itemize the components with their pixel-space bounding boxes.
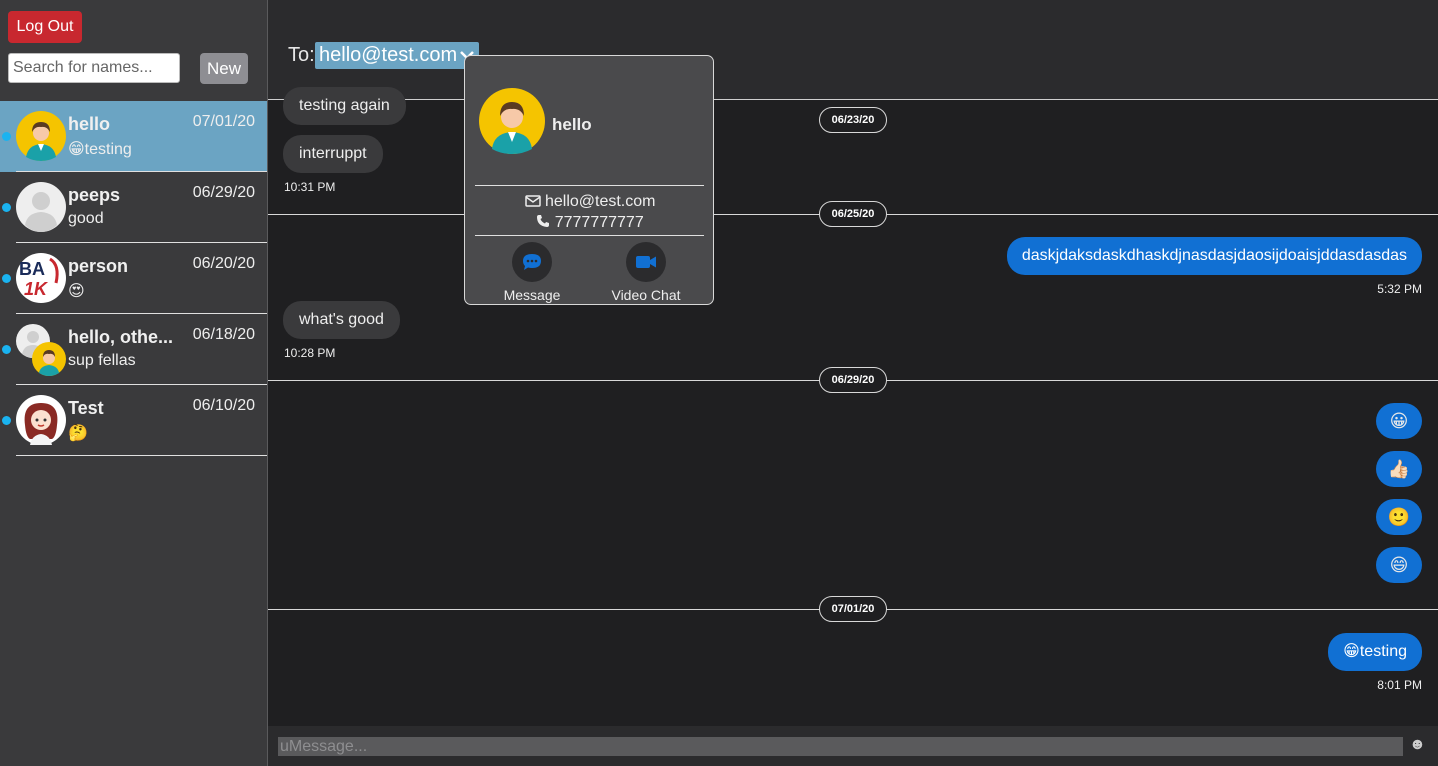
unread-dot — [2, 132, 11, 141]
unread-dot — [2, 274, 11, 283]
message-timestamp: 5:32 PM — [1377, 282, 1422, 296]
video-camera-icon[interactable] — [626, 242, 666, 282]
message-action-label: Message — [503, 287, 561, 303]
conversation-date: 06/18/20 — [192, 326, 255, 343]
conversation-item[interactable]: hello 07/01/20 😁testing — [0, 101, 267, 172]
outgoing-message: 😁testing — [1328, 633, 1422, 671]
conversation-name: hello — [68, 114, 111, 134]
conversation-item[interactable]: hello, othe... 06/18/20 sup fellas — [0, 314, 267, 385]
contact-card-popover: hello hello@test.com 7777777777 Message — [464, 55, 714, 305]
contact-phone-text: 7777777777 — [554, 214, 644, 231]
conversation-preview: good — [68, 210, 104, 227]
video-chat-action-button[interactable]: Video Chat — [601, 242, 691, 303]
messaging-app: Log Out New hello 07/01/20 😁test — [0, 0, 1438, 766]
contact-email: hello@test.com — [465, 193, 715, 212]
message-action-button[interactable]: Message — [487, 242, 577, 303]
conversation-date: 07/01/20 — [192, 113, 255, 130]
message-input[interactable] — [278, 737, 1403, 756]
chat-bubble-icon[interactable] — [512, 242, 552, 282]
conversation-date: 06/29/20 — [192, 184, 255, 201]
contact-name: hello — [552, 115, 592, 134]
outgoing-emoji-message: 😀 — [1376, 403, 1422, 439]
contact-phone: 7777777777 — [465, 214, 715, 233]
composer: ☻ — [268, 726, 1438, 766]
conversation-name: peeps — [68, 185, 121, 205]
conversation-list: hello 07/01/20 😁testing peeps 06/29/20 g… — [0, 101, 267, 456]
emoji-picker-icon[interactable]: ☻ — [1409, 736, 1427, 754]
recipient-bar: To: hello@test.com — [268, 0, 1438, 100]
avatar — [16, 395, 66, 445]
avatar — [16, 111, 66, 161]
avatar — [16, 182, 66, 232]
to-label: To: — [288, 44, 315, 66]
incoming-message: testing again — [283, 87, 406, 125]
date-separator: 06/25/20 — [819, 201, 887, 227]
incoming-message: what's good — [283, 301, 400, 339]
chat-panel: To: hello@test.com testing again 06/23/2… — [268, 0, 1438, 766]
outgoing-emoji-message: 🙂 — [1376, 499, 1422, 535]
date-separator: 06/29/20 — [819, 367, 887, 393]
divider — [475, 185, 704, 186]
conversation-preview: 🤔 — [68, 425, 88, 442]
conversation-preview: 😍 — [68, 283, 85, 300]
message-timestamp: 10:31 PM — [284, 180, 336, 194]
avatar: BA 1K — [16, 253, 66, 303]
unread-dot — [2, 416, 11, 425]
outgoing-message: daskjdaksdaskdhaskdjnasdasjdaosijdoaisjd… — [1006, 237, 1422, 275]
conversation-date: 06/20/20 — [192, 255, 255, 272]
recipient-chip[interactable]: hello@test.com — [315, 42, 480, 69]
unread-dot — [2, 345, 11, 354]
divider — [16, 455, 267, 456]
new-conversation-button[interactable]: New — [200, 53, 248, 84]
message-timestamp: 10:28 PM — [284, 346, 336, 360]
logout-button[interactable]: Log Out — [8, 11, 82, 43]
date-separator: 06/23/20 — [819, 107, 887, 133]
envelope-icon — [524, 194, 541, 212]
outgoing-emoji-message: 😄 — [1376, 547, 1422, 583]
svg-text:1K: 1K — [24, 279, 49, 299]
incoming-message: interruppt — [283, 135, 383, 173]
conversation-preview: sup fellas — [68, 352, 136, 369]
divider — [475, 235, 704, 236]
conversation-item[interactable]: BA 1K person 06/20/20 😍 — [0, 243, 267, 314]
date-separator: 07/01/20 — [819, 596, 887, 622]
unread-dot — [2, 203, 11, 212]
outgoing-emoji-message: 👍🏻 — [1376, 451, 1422, 487]
contact-email-text: hello@test.com — [544, 193, 656, 210]
message-thread[interactable]: testing again 06/23/20 interruppt 10:31 … — [268, 87, 1438, 726]
group-avatar — [16, 324, 66, 376]
conversation-name: Test — [68, 398, 104, 418]
conversation-name: person — [68, 256, 129, 276]
conversation-item[interactable]: peeps 06/29/20 good — [0, 172, 267, 243]
conversation-preview: 😁testing — [68, 141, 132, 158]
video-chat-action-label: Video Chat — [611, 287, 681, 303]
recipient-email: hello@test.com — [319, 44, 458, 66]
svg-text:BA: BA — [19, 259, 45, 279]
phone-icon — [536, 214, 550, 233]
sidebar: Log Out New hello 07/01/20 😁test — [0, 0, 268, 766]
conversation-name: hello, othe... — [68, 327, 174, 347]
search-input[interactable] — [8, 53, 180, 83]
conversation-date: 06/10/20 — [192, 397, 255, 414]
contact-avatar — [479, 86, 545, 156]
message-timestamp: 8:01 PM — [1377, 678, 1422, 692]
conversation-item[interactable]: Test 06/10/20 🤔 — [0, 385, 267, 456]
